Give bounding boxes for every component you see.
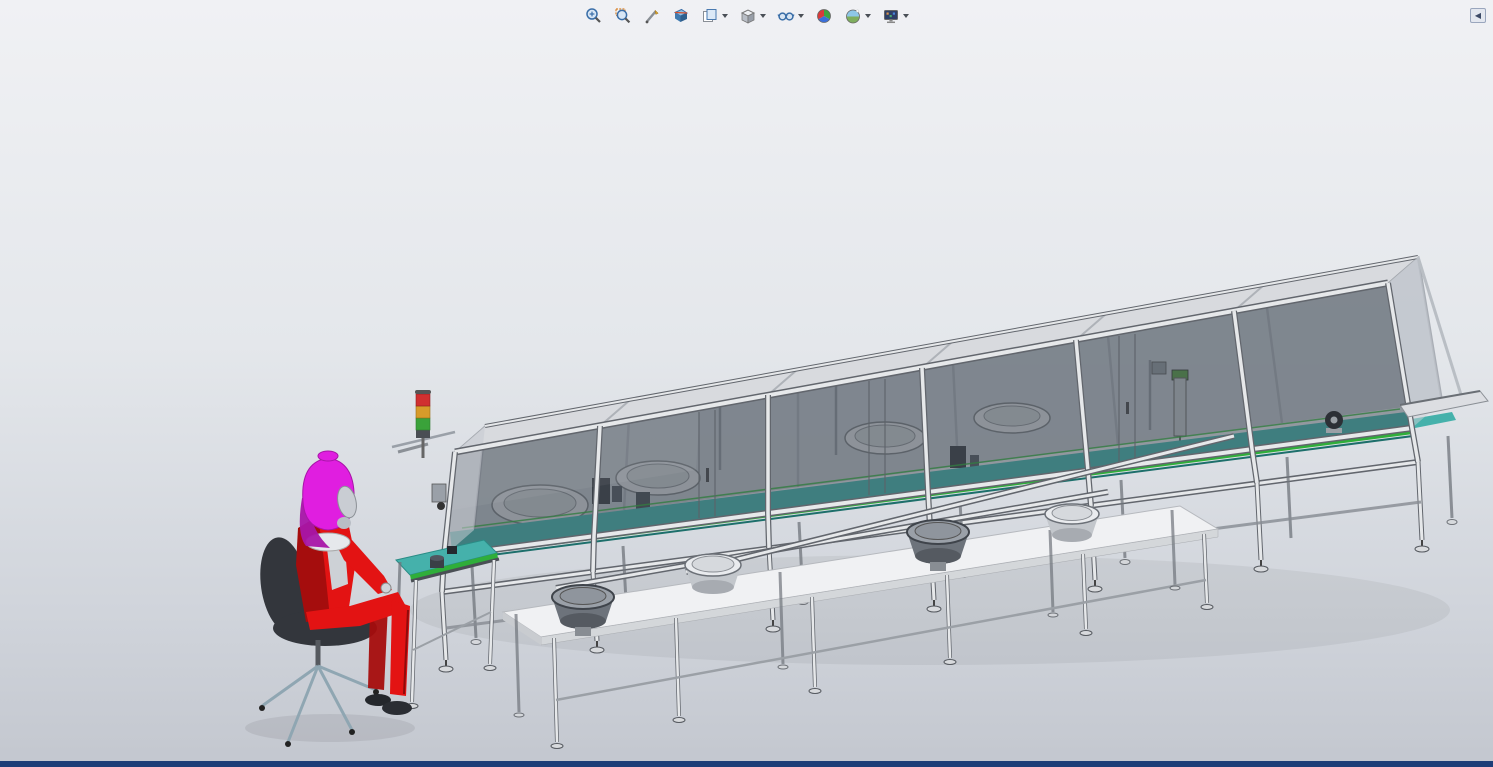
dropdown-caret-icon[interactable]: [721, 14, 728, 18]
previous-view-icon: [645, 9, 659, 24]
hide-show-items-icon: [776, 12, 795, 21]
edit-appearance-icon: [816, 9, 831, 23]
zoom-to-area-button[interactable]: [610, 4, 636, 28]
hopper-bowl-2: [684, 553, 742, 594]
zoom-to-fit-icon: [585, 8, 601, 23]
dropdown-caret-icon[interactable]: [902, 14, 909, 18]
dropdown-caret-icon[interactable]: [797, 14, 804, 18]
apply-scene-icon: [845, 9, 860, 24]
previous-view-button[interactable]: [639, 4, 665, 28]
view-settings-button[interactable]: [878, 4, 913, 28]
view-orientation-button[interactable]: [697, 4, 732, 28]
3d-viewport[interactable]: ◀: [0, 0, 1493, 767]
zoom-to-fit-button[interactable]: [581, 4, 607, 28]
taskbar-strip: [0, 761, 1493, 767]
heads-up-view-toolbar: [581, 4, 913, 28]
edit-appearance-button[interactable]: [811, 4, 837, 28]
assembly-line-model: [245, 255, 1489, 749]
view-orientation-icon: [702, 9, 716, 22]
operator-figure: [259, 450, 412, 747]
zoom-to-area-icon: [614, 8, 630, 24]
door-handle: [706, 468, 709, 482]
view-settings-icon: [883, 10, 898, 24]
collapse-panel-button[interactable]: ◀: [1470, 8, 1486, 23]
belt-pulley: [1325, 411, 1343, 433]
left-end-bracket: [431, 483, 447, 510]
hopper-bowl-4: [1044, 503, 1100, 542]
display-style-button[interactable]: [735, 4, 770, 28]
dropdown-caret-icon[interactable]: [759, 14, 766, 18]
display-style-icon: [740, 9, 755, 24]
door-handle: [1126, 402, 1129, 414]
section-view-icon: [673, 8, 688, 22]
section-view-button[interactable]: [668, 4, 694, 28]
stack-light: [391, 390, 456, 458]
apply-scene-button[interactable]: [840, 4, 875, 28]
dropdown-caret-icon[interactable]: [864, 14, 871, 18]
hide-show-items-button[interactable]: [773, 4, 808, 28]
